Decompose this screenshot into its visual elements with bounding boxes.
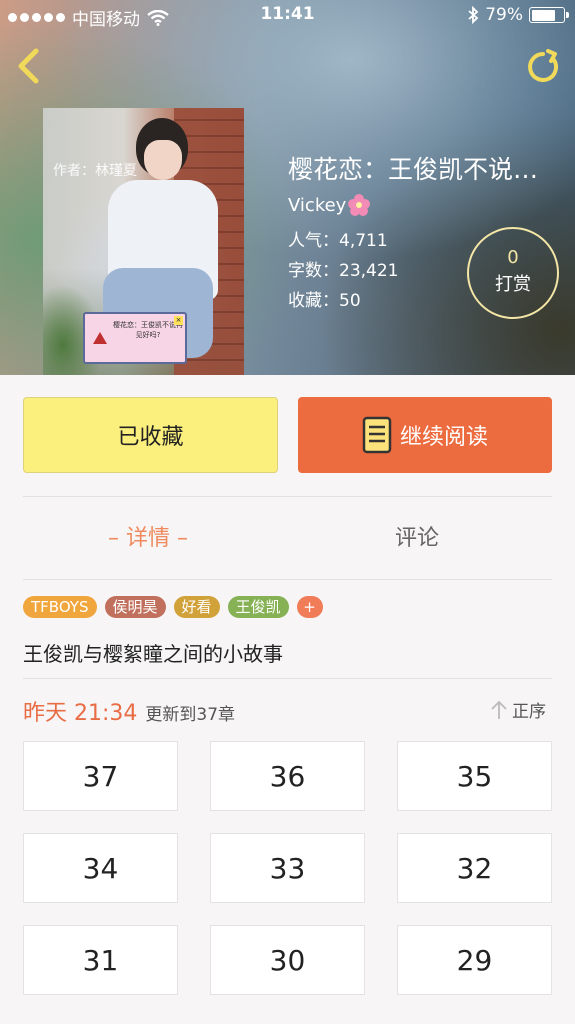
popularity-value: 4,711 xyxy=(339,231,388,251)
reward-label: 打赏 xyxy=(495,274,531,295)
bluetooth-icon xyxy=(468,6,479,24)
tag-list: TFBOYS 侯明昊 好看 王俊凯 + xyxy=(23,596,323,618)
chapter-button[interactable]: 35 xyxy=(397,741,552,811)
book-description: 王俊凯与樱絮瞳之间的小故事 xyxy=(23,642,283,666)
book-cover[interactable]: 作者：林瑾夏 樱花恋：王俊凯不说再见好吗? × xyxy=(43,108,244,375)
warning-icon xyxy=(93,332,107,344)
author-name: Vickey xyxy=(288,194,347,216)
words-value: 23,421 xyxy=(339,261,399,281)
favorited-button[interactable]: 已收藏 xyxy=(23,397,278,473)
cover-popup: 樱花恋：王俊凯不说再见好吗? × xyxy=(83,312,187,364)
chapter-button[interactable]: 29 xyxy=(397,925,552,995)
tab-detail[interactable]: – 详情 – xyxy=(108,520,188,552)
update-chapter: 更新到37章 xyxy=(145,705,236,725)
tag-item[interactable]: 侯明昊 xyxy=(104,596,166,618)
book-author[interactable]: Vickey xyxy=(288,194,371,216)
tag-item[interactable]: 王俊凯 xyxy=(227,596,289,618)
favorites-stat: 收藏：50 xyxy=(288,286,361,311)
continue-reading-button[interactable]: 继续阅读 xyxy=(298,397,552,473)
tag-item[interactable]: 好看 xyxy=(173,596,220,618)
book-header: 中国移动 11:41 79% 作者：林瑾夏 樱花恋：王俊凯不说再见好吗? × 樱… xyxy=(0,0,575,375)
chapter-button[interactable]: 34 xyxy=(23,833,178,903)
sort-order-label: 正序 xyxy=(512,702,546,722)
popularity-stat: 人气：4,711 xyxy=(288,226,388,251)
battery-icon xyxy=(529,7,569,23)
battery-percent: 79% xyxy=(485,5,523,25)
chapter-button[interactable]: 37 xyxy=(23,741,178,811)
add-tag-button[interactable]: + xyxy=(296,596,323,618)
chevron-left-icon xyxy=(18,48,39,84)
favorites-label: 收藏： xyxy=(288,291,339,311)
divider xyxy=(23,579,552,580)
book-title: 樱花恋：王俊凯不说… xyxy=(288,155,539,184)
favorited-label: 已收藏 xyxy=(117,425,184,450)
continue-reading-label: 继续阅读 xyxy=(399,425,488,450)
battery-fill xyxy=(531,9,556,21)
chapter-button[interactable]: 32 xyxy=(397,833,552,903)
sort-order-button[interactable]: 正序 xyxy=(490,697,546,722)
arrow-up-icon xyxy=(491,700,507,719)
words-label: 字数： xyxy=(288,261,339,281)
back-button[interactable] xyxy=(12,46,46,86)
reward-button[interactable]: 0 打赏 xyxy=(467,227,559,319)
chapter-grid: 37 36 35 34 33 32 31 30 29 xyxy=(23,741,552,995)
book-icon xyxy=(362,416,392,454)
words-stat: 字数：23,421 xyxy=(288,256,398,281)
chapter-button[interactable]: 36 xyxy=(210,741,365,811)
chapter-button[interactable]: 30 xyxy=(210,925,365,995)
refresh-icon xyxy=(528,49,558,82)
status-bar: 中国移动 11:41 79% xyxy=(0,0,575,32)
popularity-label: 人气： xyxy=(288,231,339,251)
tab-comments[interactable]: 评论 xyxy=(395,520,439,552)
cover-author-text: 作者：林瑾夏 xyxy=(53,163,137,179)
chapter-button[interactable]: 31 xyxy=(23,925,178,995)
divider xyxy=(23,678,552,679)
update-time: 昨天 21:34 xyxy=(23,701,138,726)
close-icon: × xyxy=(174,316,183,325)
reward-count: 0 xyxy=(507,247,519,268)
tag-item[interactable]: TFBOYS xyxy=(23,596,97,618)
favorites-value: 50 xyxy=(339,291,361,311)
chapter-button[interactable]: 33 xyxy=(210,833,365,903)
refresh-button[interactable] xyxy=(524,48,562,86)
update-info: 昨天 21:34 更新到37章 xyxy=(23,695,235,727)
divider xyxy=(23,496,552,497)
flower-icon xyxy=(348,194,371,216)
